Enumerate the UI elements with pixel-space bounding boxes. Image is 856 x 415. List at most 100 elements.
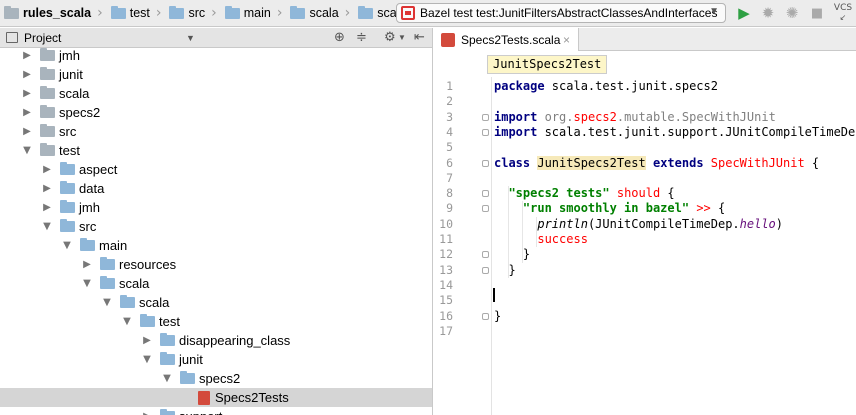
expanded-arrow-icon[interactable]: ▼ <box>40 221 54 232</box>
fold-marker-icon[interactable] <box>482 205 489 213</box>
tree-item-label: data <box>79 181 105 196</box>
code-line[interactable]: } <box>494 263 515 278</box>
folder-icon <box>120 295 135 308</box>
tree-item-label: scala <box>139 295 170 310</box>
tree-item-support[interactable]: ▶ support <box>0 407 432 415</box>
project-tree: ▶ jmh ▶ junit ▶ scala ▶ specs2 ▶ src ▼ test ▶ aspect ▶… <box>0 48 432 415</box>
line-number: 13 <box>439 262 453 277</box>
fold-marker-icon[interactable] <box>482 312 489 320</box>
code-line[interactable]: "specs2 tests" should { <box>494 186 674 201</box>
collapsed-arrow-icon[interactable]: ▶ <box>20 88 34 99</box>
gear-icon[interactable]: ⚙ <box>384 30 396 45</box>
structure-hint[interactable]: JunitSpecs2Test <box>487 55 608 74</box>
breadcrumb-main[interactable]: main › <box>221 0 287 27</box>
folder-icon <box>60 181 75 194</box>
tree-item-test[interactable]: ▼ test <box>0 141 432 160</box>
tree-item-resources[interactable]: ▶ resources <box>0 255 432 274</box>
coverage-icon[interactable]: ✺ <box>783 4 801 22</box>
collapsed-arrow-icon[interactable]: ▶ <box>20 69 34 80</box>
expanded-arrow-icon[interactable]: ▼ <box>60 240 74 251</box>
expanded-arrow-icon[interactable]: ▼ <box>20 145 34 156</box>
tree-item-main[interactable]: ▼ main <box>0 236 432 255</box>
project-view-dropdown-icon[interactable]: ▼ <box>186 33 195 43</box>
fold-marker-icon[interactable] <box>482 113 489 121</box>
breadcrumb-rules-scala[interactable]: rules_scala › <box>0 0 107 27</box>
tree-item-src[interactable]: ▼ src <box>0 217 432 236</box>
collapsed-arrow-icon[interactable]: ▶ <box>40 164 54 175</box>
collapsed-arrow-icon[interactable]: ▶ <box>80 259 94 270</box>
chevron-right-icon: › <box>155 5 162 21</box>
line-number: 4 <box>446 124 453 139</box>
expanded-arrow-icon[interactable]: ▼ <box>100 297 114 308</box>
breadcrumb-src[interactable]: src › <box>165 0 220 27</box>
folder-icon <box>60 219 75 232</box>
run-icon[interactable]: ▶ <box>735 4 753 22</box>
tree-item-test[interactable]: ▼ test <box>0 312 432 331</box>
indent-guide <box>522 201 523 263</box>
code-line[interactable]: class JunitSpecs2Test extends SpecWithJU… <box>494 155 819 171</box>
chevron-right-icon: › <box>276 5 283 21</box>
code-line[interactable]: } <box>494 247 530 262</box>
collapsed-arrow-icon[interactable]: ▶ <box>20 50 34 61</box>
tree-item-scala[interactable]: ▶ scala <box>0 84 432 103</box>
tree-item-aspect[interactable]: ▶ aspect <box>0 160 432 179</box>
code-line[interactable]: import org.specs2.mutable.SpecWithJUnit <box>494 110 776 125</box>
tree-item-scala[interactable]: ▼ scala <box>0 274 432 293</box>
tree-item-label: test <box>59 143 80 158</box>
collapsed-arrow-icon[interactable]: ▶ <box>140 335 154 346</box>
fold-marker-icon[interactable] <box>482 159 489 167</box>
fold-marker-icon[interactable] <box>482 128 489 136</box>
tree-item-disappearing-class[interactable]: ▶ disappearing_class <box>0 331 432 350</box>
editor-gutter[interactable]: 1 2 3 4 5 6 7 8 9 10 11 12 13 14 15 16 17 <box>433 77 491 415</box>
chevron-right-icon: › <box>344 5 351 21</box>
tree-item-label: aspect <box>79 162 118 177</box>
vcs-button[interactable]: VCS ↙ <box>834 4 852 23</box>
line-number: 15 <box>439 293 453 308</box>
code-line[interactable]: } <box>494 309 501 324</box>
run-configuration-select[interactable]: Bazel test test:JunitFiltersAbstractClas… <box>396 3 726 23</box>
tree-item-label: jmh <box>59 48 80 63</box>
folder-icon <box>60 162 75 175</box>
expanded-arrow-icon[interactable]: ▼ <box>160 373 174 384</box>
expanded-arrow-icon[interactable]: ▼ <box>120 316 134 327</box>
tree-item-jmh[interactable]: ▶ jmh <box>0 48 432 65</box>
tree-item-scala[interactable]: ▼ scala <box>0 293 432 312</box>
code-line[interactable]: package scala.test.junit.specs2 <box>494 79 718 94</box>
tree-item-jmh[interactable]: ▶ jmh <box>0 198 432 217</box>
code-editor[interactable]: package scala.test.junit.specs2 import or… <box>491 77 856 415</box>
tree-item-data[interactable]: ▶ data <box>0 179 432 198</box>
tree-item-junit[interactable]: ▶ junit <box>0 65 432 84</box>
locate-file-icon[interactable]: ⊕ <box>334 30 345 45</box>
debug-icon[interactable]: ✹ <box>759 4 777 22</box>
collapsed-arrow-icon[interactable]: ▶ <box>20 126 34 137</box>
fold-marker-icon[interactable] <box>482 266 489 274</box>
code-line[interactable]: "run smoothly in bazel" >> { <box>494 201 725 216</box>
tree-item-src[interactable]: ▶ src <box>0 122 432 141</box>
line-number: 8 <box>446 186 453 201</box>
settings-dropdown-icon[interactable]: ▼ <box>398 33 406 42</box>
chevron-right-icon: › <box>211 5 217 21</box>
fold-marker-icon[interactable] <box>482 251 489 259</box>
breadcrumb-scala[interactable]: scala › <box>286 0 354 27</box>
tree-item-specs2[interactable]: ▶ specs2 <box>0 103 432 122</box>
breadcrumb-test[interactable]: test › <box>107 0 166 27</box>
expanded-arrow-icon[interactable]: ▼ <box>140 354 154 365</box>
tree-item-label: specs2 <box>59 105 101 120</box>
tree-item-junit[interactable]: ▼ junit <box>0 350 432 369</box>
close-icon[interactable]: × <box>563 33 570 47</box>
collapsed-arrow-icon[interactable]: ▶ <box>40 202 54 213</box>
collapsed-arrow-icon[interactable]: ▶ <box>40 183 54 194</box>
code-line[interactable]: import scala.test.junit.support.JUnitCom… <box>494 125 856 140</box>
collapsed-arrow-icon[interactable]: ▶ <box>140 411 154 415</box>
fold-marker-icon[interactable] <box>482 190 489 198</box>
collapse-all-icon[interactable]: ≑ <box>356 30 367 45</box>
tree-item-specs2[interactable]: ▼ specs2 <box>0 369 432 388</box>
line-number: 14 <box>439 277 453 292</box>
tab-specs2tests-scala[interactable]: Specs2Tests.scala × <box>433 28 579 51</box>
code-line[interactable]: println(JUnitCompileTimeDep.hello) <box>494 217 783 232</box>
collapsed-arrow-icon[interactable]: ▶ <box>20 107 34 118</box>
tree-item-specs2tests[interactable]: Specs2Tests <box>0 388 432 407</box>
expanded-arrow-icon[interactable]: ▼ <box>80 278 94 289</box>
hide-panel-icon[interactable]: ⇤ <box>414 30 425 45</box>
stop-icon[interactable]: ■ <box>808 4 826 22</box>
